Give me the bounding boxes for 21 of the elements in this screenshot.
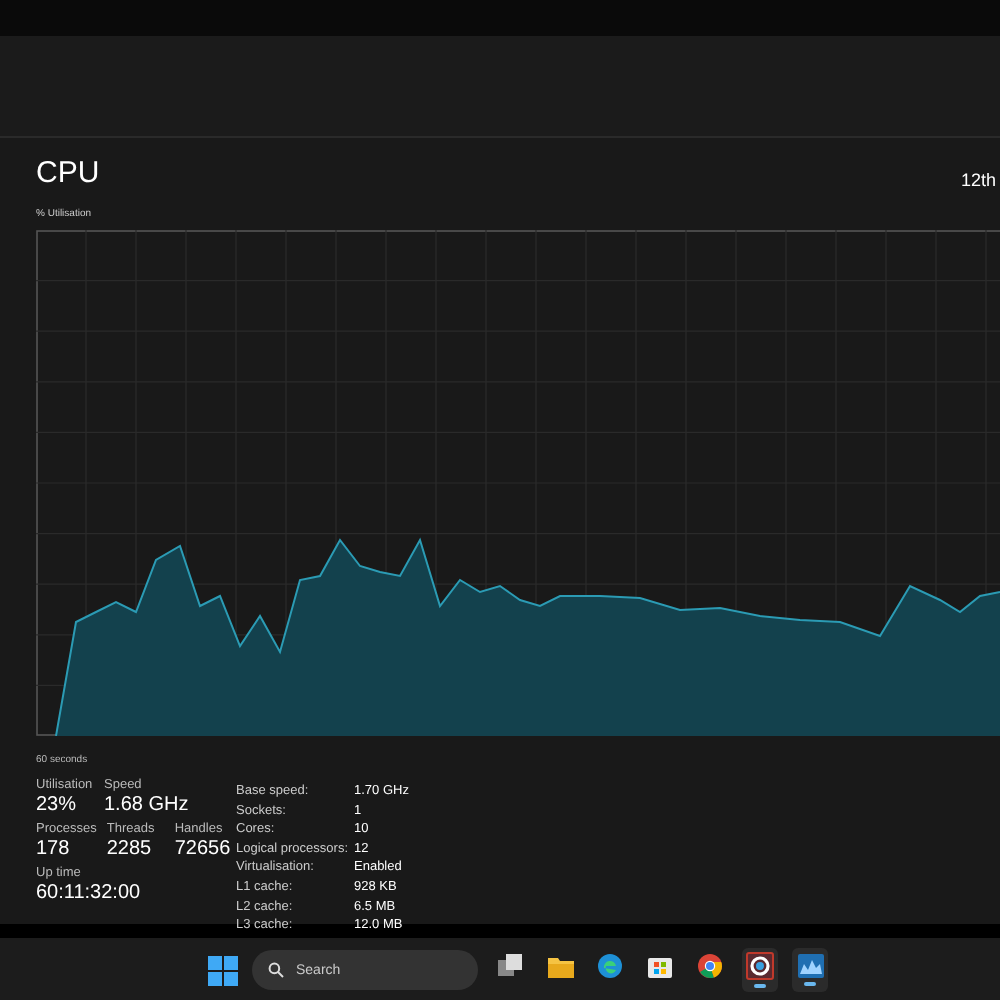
running-indicator [804, 982, 816, 986]
store-icon [648, 954, 672, 978]
stat-value: 1.68 GHz [104, 792, 189, 818]
page-title: CPU [36, 158, 100, 190]
chrome-icon [698, 954, 722, 978]
running-indicator [754, 984, 766, 988]
edge-icon [598, 954, 622, 978]
taskbar-app-button[interactable] [792, 948, 828, 992]
stat-value: 178 [36, 836, 72, 862]
stat-value: 72656 [174, 836, 233, 862]
folder-icon [547, 955, 573, 977]
task-manager-icon [797, 954, 823, 978]
stat-value: 60:11:32:00 [36, 880, 141, 906]
processor-name: 12th [960, 170, 996, 190]
stat-value: 23% [36, 792, 79, 818]
ring-app-icon [746, 952, 774, 980]
search-icon [268, 962, 284, 978]
windows-start-icon[interactable] [208, 955, 238, 985]
windows-stack-icon [498, 954, 522, 978]
stat-value: 2285 [106, 836, 154, 862]
taskbar-app-button[interactable] [742, 948, 778, 992]
